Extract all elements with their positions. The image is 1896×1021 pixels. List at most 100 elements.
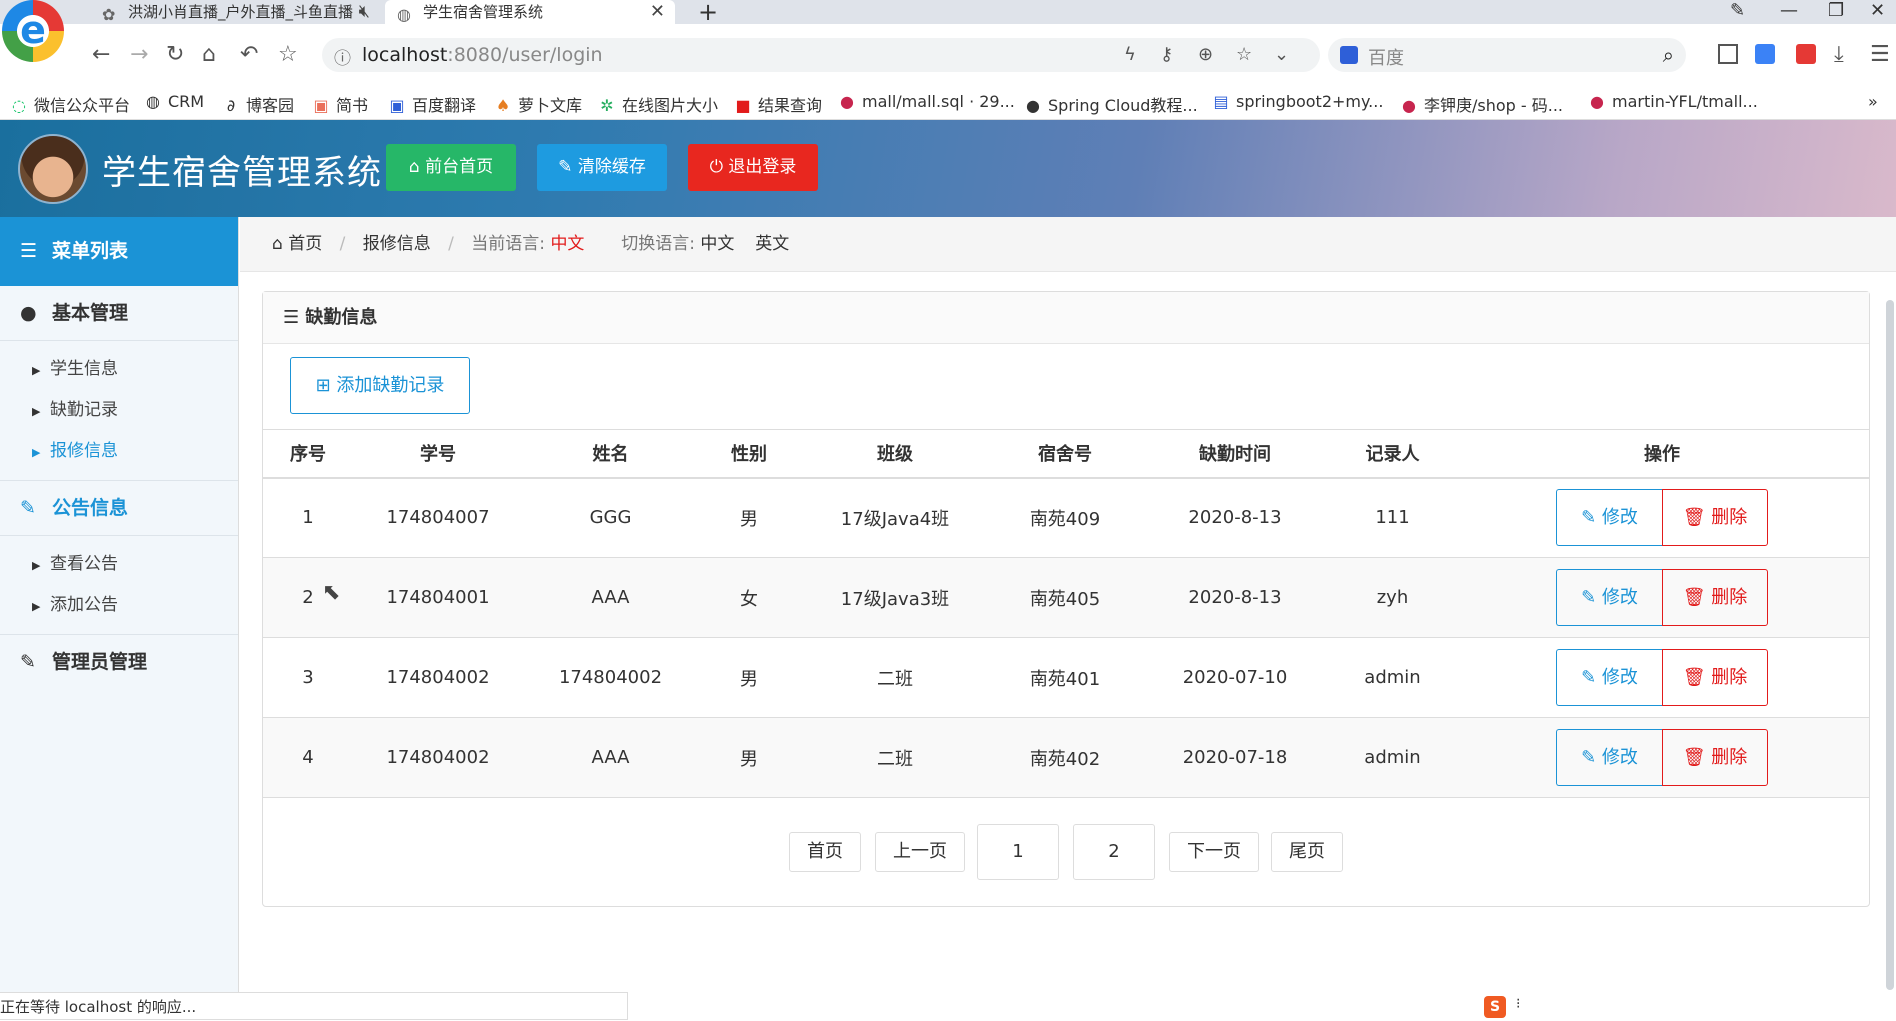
bookmark-item[interactable]: ▤ springboot2+my... [1212, 92, 1383, 111]
bookmark-label: CRM [168, 92, 205, 111]
bookmark-item[interactable]: ◌ 微信公众平台 [10, 92, 130, 116]
cnblogs-icon: ∂ [226, 96, 236, 115]
mute-icon[interactable]: 🔇︎ [359, 0, 370, 24]
sidebar-item-student-info[interactable]: ▶ 学生信息 [0, 349, 238, 390]
switch-language-label: 切换语言: [621, 234, 695, 254]
lightning-icon[interactable]: ϟ [1124, 44, 1136, 65]
delete-button[interactable]: 🗑︎ 删除 [1662, 569, 1768, 626]
gitee-icon: ● [1590, 92, 1604, 111]
url-field[interactable]: ⓘ localhost:8080/user/login ϟ ⚷ ⊕ ☆ ⌄ [322, 38, 1320, 72]
sidebar-submenu-basic: ▶ 学生信息 ▶ 缺勤记录 ▶ 报修信息 [0, 341, 238, 481]
pager-last-button[interactable]: 尾页 [1271, 832, 1343, 872]
github-icon: ● [1026, 96, 1040, 115]
jianshu-icon: ▣ [313, 96, 329, 115]
bookmark-item[interactable]: ▣ 百度翻译 [388, 92, 476, 116]
edit-label: 修改 [1601, 667, 1638, 688]
browser-tab-douyu[interactable]: ✿ 洪湖小肖直播_户外直播_斗鱼直播 🔇︎ [90, 0, 380, 24]
column-header: 姓名 [523, 429, 698, 479]
bookmark-item[interactable]: ▣ 简书 [312, 92, 368, 116]
sidebar-group-admin[interactable]: ✎ 管理员管理 [0, 635, 238, 690]
bookmark-item[interactable]: ● martin-YFL/tmall... [1588, 92, 1758, 111]
bookmark-item[interactable]: ♠ 萝卜文库 [494, 92, 582, 116]
breadcrumb-home[interactable]: ⌂ 首页 [272, 234, 322, 254]
bookmark-item[interactable]: ● 李钾庚/shop - 码... [1400, 92, 1563, 116]
edit-button[interactable]: ✎ 修改 [1556, 649, 1662, 706]
cell-class: 二班 [800, 637, 990, 718]
page-scrollbar[interactable] [1886, 300, 1894, 990]
clear-cache-button[interactable]: ✎ 清除缓存 [537, 144, 667, 191]
bookmarks-bar: ◌ 微信公众平台 ◍ CRM ∂ 博客园 ▣ 简书 ▣ 百度翻译 ♠ 萝卜文库 ✲ 在线图片大… [0, 86, 1896, 120]
cell-student-id: 174804007 [353, 477, 523, 558]
cell-index: 1 [263, 477, 353, 558]
pdf-ext-icon[interactable] [1796, 44, 1816, 64]
pager-prev-button[interactable]: 上一页 [875, 832, 965, 872]
front-home-button[interactable]: ⌂ 前台首页 [386, 144, 516, 191]
bookmark-label: Spring Cloud教程... [1048, 96, 1198, 115]
translate-ext-icon[interactable] [1755, 44, 1775, 64]
qr-icon[interactable] [1718, 44, 1738, 64]
bookmark-item[interactable]: ◍ CRM [144, 92, 204, 111]
key-icon[interactable]: ⚷ [1160, 44, 1173, 65]
browser-logo-icon[interactable]: e [2, 0, 64, 62]
close-tab-icon[interactable]: ✕ [650, 0, 665, 24]
pager-next-button[interactable]: 下一页 [1169, 832, 1259, 872]
add-absence-label: 添加缺勤记录 [336, 375, 445, 396]
delete-button[interactable]: 🗑︎ 删除 [1662, 649, 1768, 706]
chevron-down-icon[interactable]: ⌄ [1274, 44, 1289, 65]
sidebar-item-view-notice[interactable]: ▶ 查看公告 [0, 544, 238, 585]
back-icon[interactable]: ← [92, 42, 110, 67]
sidebar-item-repair-info[interactable]: ▶ 报修信息 [0, 431, 238, 472]
download-icon[interactable]: ⤓ [1834, 42, 1844, 67]
ime-icon[interactable]: S [1484, 996, 1506, 1018]
delete-label: 删除 [1711, 507, 1748, 529]
notes-icon[interactable]: ✎ [1730, 0, 1745, 21]
reload-icon[interactable]: ↻ [166, 42, 184, 67]
search-field[interactable]: 百度 ⌕ [1328, 38, 1686, 72]
sidebar-group-notice[interactable]: ✎ 公告信息 [0, 481, 238, 536]
breadcrumb-home-label: 首页 [288, 234, 323, 254]
logout-button[interactable]: ⏻ 退出登录 [688, 144, 818, 191]
close-window-icon[interactable]: ✕ [1870, 0, 1885, 21]
sidebar-item-absence-records[interactable]: ▶ 缺勤记录 [0, 390, 238, 431]
minimize-icon[interactable]: — [1780, 0, 1798, 21]
column-header: 学号 [353, 429, 523, 479]
result-icon: ■ [735, 96, 751, 115]
browser-tab-dorm-system[interactable]: ◍ 学生宿舍管理系统 ✕ [385, 0, 675, 24]
zoom-icon[interactable]: ⊕ [1198, 44, 1213, 65]
bookmarks-overflow-icon[interactable]: » [1868, 92, 1878, 111]
delete-button[interactable]: 🗑︎ 删除 [1662, 729, 1768, 786]
menu-icon[interactable]: ☰ [1870, 42, 1890, 67]
add-absence-record-button[interactable]: ⊞ 添加缺勤记录 [290, 357, 470, 414]
home-icon: ⌂ [272, 234, 289, 254]
pager-page-2[interactable]: 2 [1073, 824, 1155, 880]
forward-icon[interactable]: → [130, 42, 148, 67]
language-option-en[interactable]: 英文 [755, 234, 789, 254]
bookmark-item[interactable]: ■ 结果查询 [734, 92, 822, 116]
sidebar-group-basic[interactable]: ● 基本管理 [0, 286, 238, 341]
edit-button[interactable]: ✎ 修改 [1556, 489, 1662, 547]
language-option-zh[interactable]: 中文 [700, 234, 734, 254]
home-icon[interactable]: ⌂ [202, 42, 216, 67]
info-icon[interactable]: ⓘ [334, 44, 351, 69]
favorite-star-icon[interactable]: ☆ [278, 42, 298, 67]
bookmark-item[interactable]: ∂ 博客园 [222, 92, 294, 116]
search-icon[interactable]: ⌕ [1663, 43, 1674, 67]
new-tab-icon[interactable]: + [698, 0, 718, 26]
edit-button[interactable]: ✎ 修改 [1556, 729, 1662, 786]
caret-right-icon: ▶ [32, 405, 41, 418]
delete-button[interactable]: 🗑︎ 删除 [1662, 489, 1768, 547]
restore-icon[interactable]: ❐ [1828, 0, 1844, 21]
pager-first-button[interactable]: 首页 [789, 832, 861, 872]
bookmark-item[interactable]: ● Spring Cloud教程... [1024, 92, 1198, 116]
cell-gender: 男 [698, 637, 800, 718]
bookmark-item[interactable]: ✲ 在线图片大小 [598, 92, 718, 116]
undo-close-icon[interactable]: ↶ [240, 42, 258, 67]
bookmark-item[interactable]: ● mall/mall.sql · 29... [838, 92, 1015, 111]
ime-options-icon[interactable]: ⁝ [1516, 996, 1520, 1012]
edit-button[interactable]: ✎ 修改 [1556, 569, 1662, 626]
url-text: localhost:8080/user/login [362, 44, 603, 66]
browser-tab-strip: ✿ 洪湖小肖直播_户外直播_斗鱼直播 🔇︎ ◍ 学生宿舍管理系统 ✕ + ✎ —… [0, 0, 1896, 26]
pager-page-1[interactable]: 1 [977, 824, 1059, 880]
bookmark-star-icon[interactable]: ☆ [1236, 44, 1252, 65]
sidebar-item-add-notice[interactable]: ▶ 添加公告 [0, 585, 238, 626]
